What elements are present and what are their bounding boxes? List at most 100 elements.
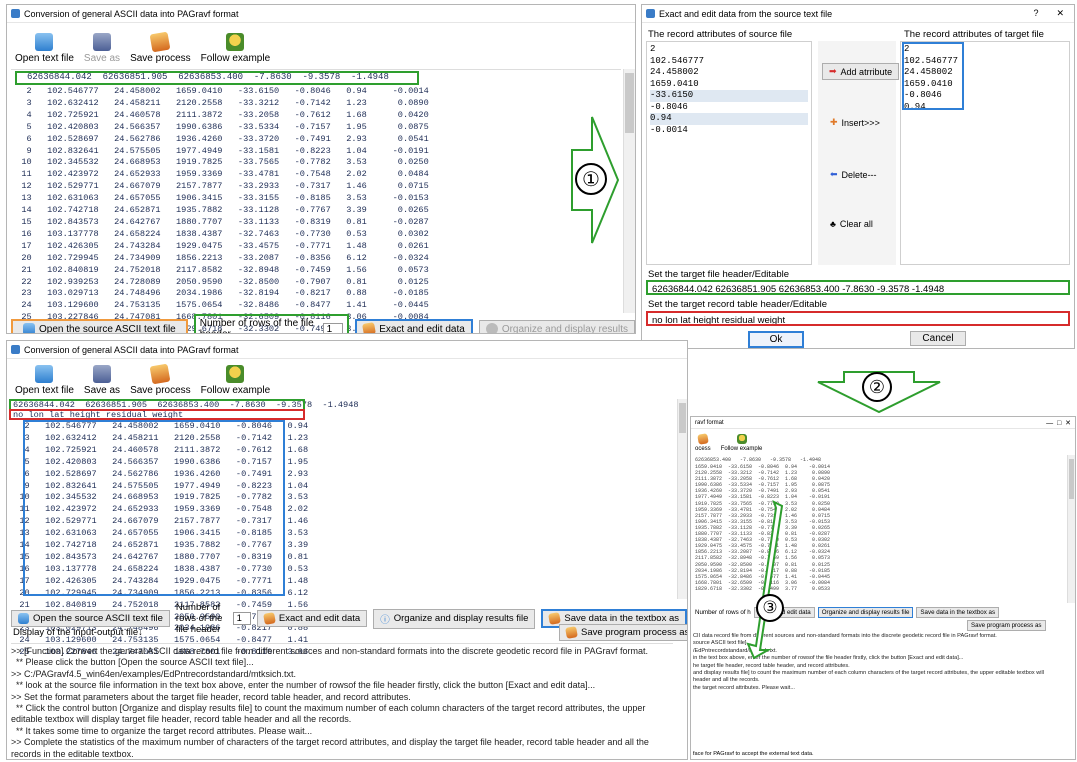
window-title-bar: Conversion of general ASCII data into PA…	[7, 5, 635, 23]
target-attributes-highlight	[902, 42, 964, 110]
follow-example-button[interactable]: Follow example	[721, 434, 762, 452]
file-header-line: 62636853.400 -7.8630 -9.3578 -1.4948	[695, 457, 822, 463]
open-source-ascii-button[interactable]: Open the source ASCII text file	[11, 319, 188, 333]
rows-of-header-spinbox[interactable]: 1	[322, 322, 344, 333]
save-data-textbox-button[interactable]: Save data in the textbox as	[916, 607, 1000, 618]
open-source-ascii-button[interactable]: Open the source ASCII text file	[11, 610, 170, 627]
organize-display-button[interactable]: ⓘ Organize and display results file	[373, 608, 536, 629]
clear-all-button[interactable]: ♣ Clear all	[824, 217, 879, 231]
table-row: 13 102.631063 24.657055 1906.3415 -33.31…	[11, 193, 429, 204]
list-item: -0.8046	[650, 101, 688, 112]
bottom-button-row: Number of rows of h Exact and edit data …	[695, 607, 1000, 618]
clear-icon: ♣	[830, 219, 836, 229]
organize-display-button[interactable]: Organize and display results file	[817, 607, 914, 618]
cancel-button[interactable]: Cancel	[910, 331, 966, 346]
source-textbox[interactable]: 62636844.042 62636851.905 62636853.400 -…	[11, 69, 621, 333]
open-text-file-button[interactable]: Open text file	[15, 33, 74, 64]
example-icon	[736, 434, 747, 444]
rows-of-header-group: Number of rows of the file header 1	[193, 314, 350, 333]
save-program-process-button[interactable]: Save program process as	[967, 620, 1046, 631]
save-as-button[interactable]: Save as	[84, 33, 120, 64]
follow-example-button[interactable]: Follow example	[201, 365, 270, 396]
step-2-marker: ②	[862, 372, 892, 402]
attribute-buttons-panel: ➡ Add atrribute ✚ Insert>>> ⬅ Delete--- ♣ Cl…	[818, 41, 900, 265]
window-title-bar: Conversion of general ASCII data into PA…	[7, 341, 687, 359]
process-icon	[697, 433, 709, 445]
rows-of-header-label: Number of rows of the file header	[175, 602, 223, 635]
vertical-scrollbar[interactable]	[1067, 455, 1075, 603]
window-title: Conversion of general ASCII data into PA…	[24, 344, 239, 355]
insert-icon: ✚	[830, 117, 838, 127]
scrollbar-thumb[interactable]	[1069, 459, 1074, 499]
process-icon	[149, 31, 171, 53]
help-button[interactable]: ?	[1033, 8, 1038, 19]
follow-example-button[interactable]: Follow example	[201, 33, 270, 64]
save-program-process-button[interactable]: Save program process as	[559, 624, 687, 641]
target-header-combobox[interactable]: 62636844.042 62636851.905 62636853.400 -…	[646, 280, 1070, 295]
scrollbar-thumb[interactable]	[625, 73, 634, 133]
exact-and-edit-button[interactable]: Exact and edit data	[355, 319, 473, 333]
source-attributes-list[interactable]: 2 102.546777 24.458002 1659.0410 -33.6150 -0.…	[646, 41, 812, 265]
document-icon	[35, 365, 54, 383]
process-log[interactable]: >> [Function] Convert the general ASCII …	[11, 643, 673, 759]
table-row: 17 102.426305 24.743284 1929.0475 -33.45…	[11, 240, 429, 251]
table-row: 11 102.423972 24.652933 1959.3369 -33.47…	[11, 169, 429, 180]
header-highlight-green	[15, 71, 419, 85]
document-icon	[35, 33, 54, 51]
main-window-result: Conversion of general ASCII data into PA…	[6, 340, 688, 760]
step-3-arrow	[746, 500, 784, 660]
record-table-header-combobox[interactable]: no lon lat height residual weight	[646, 311, 1070, 326]
list-item: 1659.0410	[650, 78, 699, 89]
table-row: 22 102.939253 24.728089 2050.9590 -32.85…	[11, 276, 429, 287]
ok-button[interactable]: Ok	[748, 331, 804, 348]
window-title: Conversion of general ASCII data into PA…	[24, 8, 239, 19]
edit-icon	[362, 322, 377, 333]
bottom-button-row: Open the source ASCII text file Number o…	[11, 314, 635, 333]
table-row: 9 102.832641 24.575505 1977.4949 -33.158…	[11, 145, 429, 156]
table-row: 6 102.528697 24.562786 1936.4260 -33.372…	[11, 133, 429, 144]
arrow-right-icon: ➡	[829, 66, 837, 76]
table-row: 10 102.345532 24.668953 1919.7825 -33.75…	[11, 157, 429, 168]
save-process-button[interactable]: ocess	[695, 433, 711, 452]
record-table-header-label: Set the target record table header/Edita…	[648, 299, 828, 310]
save-process-button[interactable]: Save process	[130, 31, 191, 64]
vertical-scrollbar[interactable]	[677, 399, 687, 599]
table-row: 20 102.729945 24.734909 1856.2213 -33.20…	[11, 252, 429, 263]
source-attributes-label: The record attributes of source file	[648, 29, 793, 40]
save-icon	[565, 626, 578, 639]
table-row: 16 103.137778 24.658224 1838.4387 -32.74…	[11, 228, 429, 239]
app-icon	[646, 9, 655, 18]
status-footer: face for PAGravf to accept the external …	[693, 751, 814, 757]
exact-edit-dialog: Exact and edit data from the source text…	[641, 4, 1075, 349]
rows-of-header-spinbox[interactable]: 1	[232, 612, 251, 625]
table-row: 12 102.529771 24.667079 2157.7877 -33.29…	[11, 181, 429, 192]
target-header-label: Set the target file header/Editable	[648, 269, 790, 280]
organize-display-button[interactable]: Organize and display results	[478, 320, 635, 333]
window-controls: — □ ✕	[1046, 419, 1071, 427]
insert-button[interactable]: ✚ Insert>>>	[824, 115, 886, 130]
toolbar: Open text file Save as Save process Foll…	[7, 23, 635, 67]
window-title-bar: ravf format — □ ✕	[691, 417, 1075, 429]
window-title: ravf format	[695, 419, 724, 426]
add-attribute-button[interactable]: ➡ Add atrribute	[822, 63, 900, 80]
table-row: 4 102.725921 24.460578 2111.3872 -33.205…	[11, 109, 429, 120]
vertical-scrollbar[interactable]	[623, 69, 635, 313]
document-icon	[23, 323, 35, 333]
edit-icon	[263, 612, 276, 625]
close-icon[interactable]: ✕	[1056, 8, 1064, 19]
list-item: -33.6150	[650, 90, 808, 102]
exact-and-edit-button[interactable]: Exact and edit data	[256, 610, 368, 627]
example-icon	[226, 33, 245, 51]
scrollbar-thumb[interactable]	[679, 403, 686, 433]
save-as-button[interactable]: Save as	[84, 365, 120, 396]
delete-button[interactable]: ⬅ Delete---	[824, 167, 883, 182]
save-process-button[interactable]: Save process	[130, 363, 191, 396]
save-icon	[548, 612, 562, 625]
list-item: 0.94	[650, 113, 808, 125]
dialog-title: Exact and edit data from the source text…	[659, 8, 833, 19]
step-3-marker: ③	[756, 594, 784, 622]
table-header-highlight-red	[9, 409, 305, 420]
dialog-title-bar: Exact and edit data from the source text…	[642, 5, 1074, 23]
table-row: 14 102.742718 24.652871 1935.7882 -33.11…	[11, 205, 429, 216]
open-text-file-button[interactable]: Open text file	[15, 365, 74, 396]
